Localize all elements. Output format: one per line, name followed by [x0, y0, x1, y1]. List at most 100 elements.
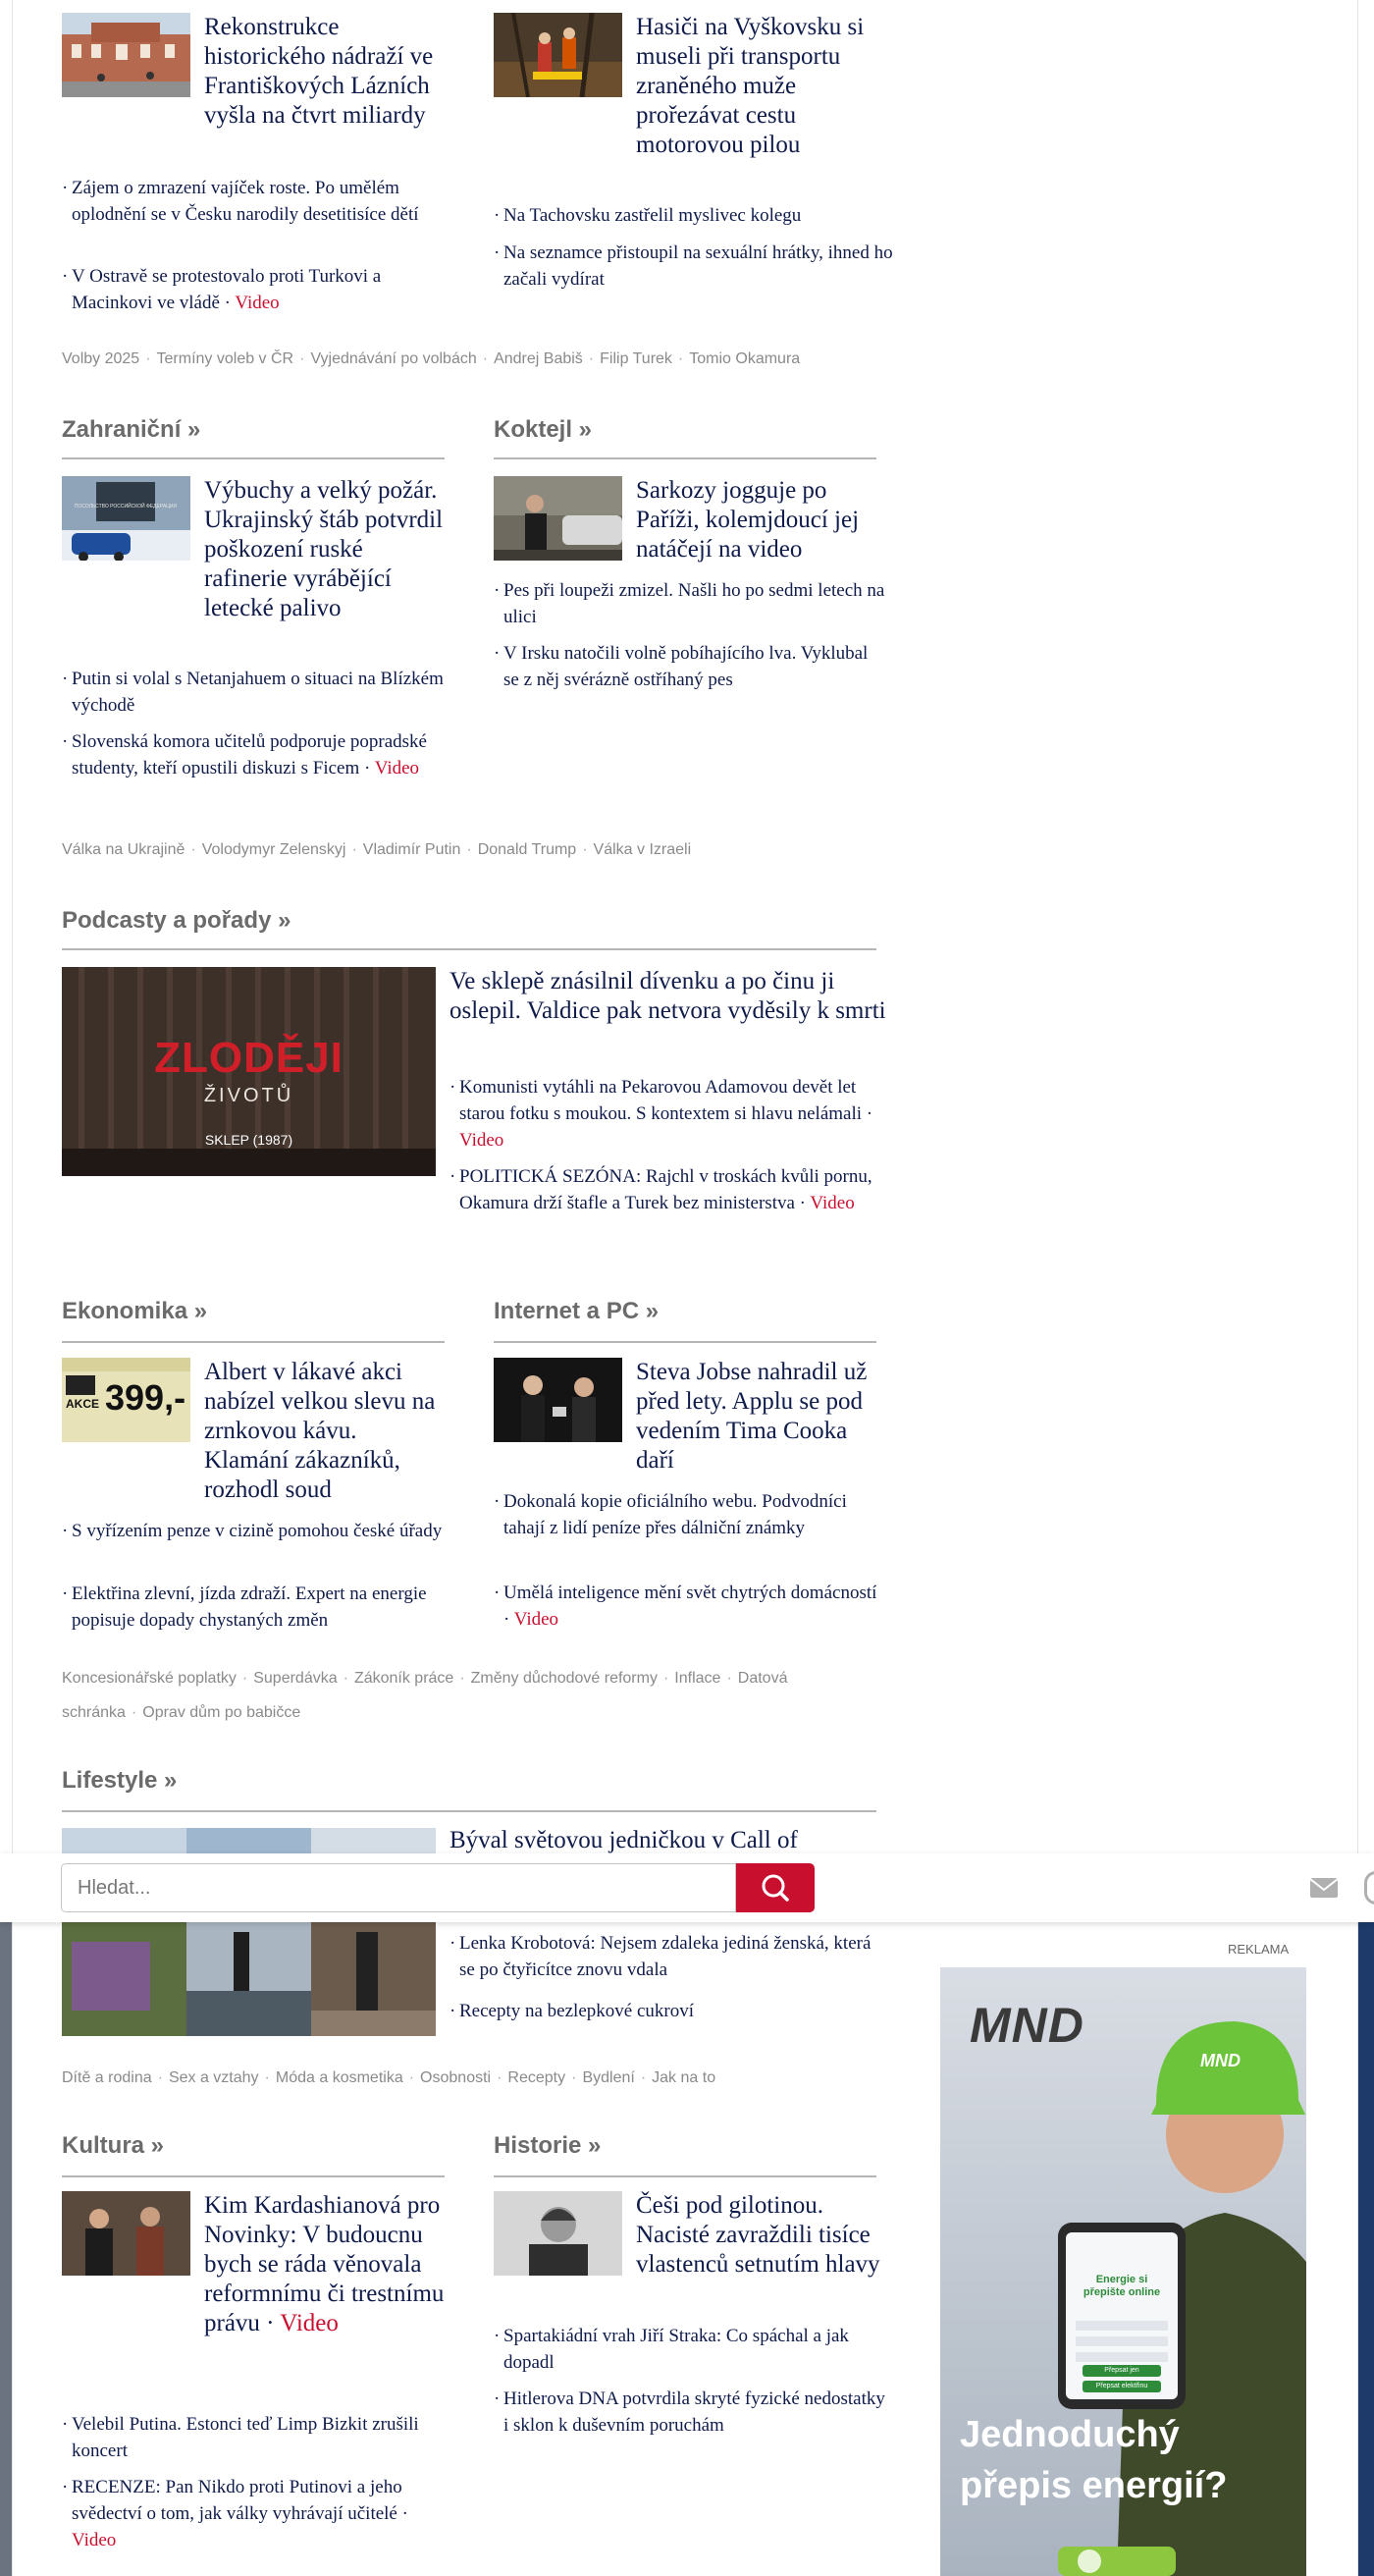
- article-headline[interactable]: Ve sklepě znásilnil dívenku a po činu ji…: [449, 967, 886, 1026]
- page: Rekonstrukce historického nádraží ve Fra…: [12, 0, 1358, 2576]
- article-link[interactable]: Pes při loupeži zmizel. Našli ho po sedm…: [494, 577, 886, 630]
- article-thumbnail-firefighters[interactable]: [494, 13, 622, 97]
- ad-headline: Jednoduchý přepis energií?: [960, 2414, 1228, 2506]
- topic-tag[interactable]: Andrej Babiš: [494, 350, 583, 367]
- article-thumbnail-jobs-cook[interactable]: [494, 1358, 622, 1442]
- video-badge[interactable]: Video: [514, 1609, 558, 1630]
- podcast-thumbnail[interactable]: ZLODĚJI ŽIVOTŮ SKLEP (1987): [62, 967, 436, 1176]
- article-thumbnail-kardashian[interactable]: [62, 2191, 190, 2276]
- video-badge[interactable]: Video: [280, 2310, 339, 2336]
- topic-tag[interactable]: Filip Turek: [600, 350, 672, 367]
- article-headline[interactable]: Rekonstrukce historického nádraží ve Fra…: [204, 13, 449, 131]
- article-link[interactable]: Lenka Krobotová: Nejsem zdaleka jediná ž…: [449, 1930, 886, 1983]
- article-headline[interactable]: Hasiči na Vyškovsku si museli při transp…: [636, 13, 886, 160]
- ad-tablet-button-1: Přepsat jen: [1104, 2367, 1139, 2374]
- article-link[interactable]: V Ostravě se protestovalo proti Turkovi …: [62, 263, 464, 316]
- search-input[interactable]: [61, 1863, 736, 1912]
- article-link[interactable]: Na Tachovsku zastřelil myslivec kolegu: [494, 202, 896, 229]
- podcast-episode-caption: SKLEP (1987): [204, 1132, 293, 1148]
- article-thumbnail-station[interactable]: [62, 13, 190, 97]
- section-title-lifestyle[interactable]: Lifestyle »: [62, 1767, 177, 1795]
- article-headline[interactable]: Výbuchy a velký požár. Ukrajinský štáb p…: [204, 476, 445, 623]
- video-badge[interactable]: Video: [375, 758, 419, 778]
- article-link[interactable]: Umělá inteligence mění svět chytrých dom…: [494, 1580, 886, 1633]
- article-link[interactable]: V Irsku natočili volně pobíhajícího lva.…: [494, 640, 886, 693]
- article-headline[interactable]: Steva Jobse nahradil už před lety. Applu…: [636, 1358, 886, 1476]
- article-link[interactable]: RECENZE: Pan Nikdo proti Putinovi a jeho…: [62, 2474, 454, 2553]
- article-link[interactable]: Recepty na bezlepkové cukroví: [449, 1998, 886, 2024]
- section-divider: [494, 2175, 876, 2177]
- section-title-ekonomika[interactable]: Ekonomika »: [62, 1298, 207, 1325]
- article-thumbnail-embassy[interactable]: ПОСОЛЬСТВО РОССИЙСКОЙ ФЕДЕРАЦИИ: [62, 476, 190, 561]
- section-divider: [62, 948, 876, 950]
- sticky-search-bar: [0, 1853, 1374, 1922]
- article-thumbnail-price-tag[interactable]: AKCE 399,-: [62, 1358, 190, 1442]
- article-link[interactable]: Komunisti vytáhli na Pekarovou Adamovou …: [449, 1074, 886, 1154]
- topic-tag[interactable]: Jak na to: [652, 2069, 715, 2086]
- topic-tag[interactable]: Móda a kosmetika: [276, 2069, 403, 2086]
- article-link[interactable]: S vyřízením penze v cizině pomohou české…: [62, 1518, 454, 1544]
- topic-tag[interactable]: Dítě a rodina: [62, 2069, 152, 2086]
- article-link[interactable]: Dokonalá kopie oficiálního webu. Podvodn…: [494, 1488, 886, 1541]
- ad-tablet-button-2: Přepsat elektřinu: [1095, 2383, 1148, 2389]
- topic-tag[interactable]: Volby 2025: [62, 350, 139, 367]
- topic-tag[interactable]: Koncesionářské poplatky: [62, 1670, 237, 1687]
- lifestyle-thumbnail-top[interactable]: [62, 1828, 436, 1853]
- video-badge[interactable]: Video: [459, 1130, 503, 1151]
- article-link[interactable]: Putin si volal s Netanjahuem o situaci n…: [62, 666, 454, 719]
- topic-tag[interactable]: Oprav dům po babičce: [142, 1704, 300, 1721]
- article-headline[interactable]: Býval světovou jedničkou v Call of: [449, 1826, 886, 1853]
- search-button[interactable]: [736, 1863, 815, 1912]
- advertisement[interactable]: MND MND Energie si přepište online Přeps…: [940, 1967, 1306, 2576]
- avatar[interactable]: [1364, 1871, 1374, 1905]
- section-divider: [62, 1810, 876, 1812]
- topic-tag[interactable]: Inflace: [674, 1670, 720, 1687]
- topic-tag[interactable]: Bydlení: [582, 2069, 634, 2086]
- video-badge[interactable]: Video: [72, 2530, 116, 2550]
- article-link[interactable]: Spartakiádní vrah Jiří Straka: Co spácha…: [494, 2323, 886, 2376]
- topic-tag[interactable]: Volodymyr Zelenskyj: [202, 841, 346, 858]
- article-link[interactable]: Zájem o zmrazení vajíček roste. Po umělé…: [62, 175, 464, 228]
- article-link[interactable]: Na seznamce přistoupil na sexuální hrátk…: [494, 240, 896, 293]
- ad-tablet-title: Energie si přepište online: [1083, 2274, 1161, 2298]
- section-divider: [494, 1341, 876, 1343]
- topic-tag[interactable]: Recepty: [507, 2069, 565, 2086]
- topic-tag[interactable]: Vyjednávání po volbách: [310, 350, 476, 367]
- price-tag-price: 399,-: [105, 1377, 186, 1418]
- video-badge[interactable]: Video: [235, 293, 279, 313]
- article-link[interactable]: Hitlerova DNA potvrdila skryté fyzické n…: [494, 2386, 886, 2439]
- section-title-zahranicni[interactable]: Zahraniční »: [62, 416, 200, 444]
- article-link[interactable]: Velebil Putina. Estonci teď Limp Bizkit …: [62, 2411, 454, 2464]
- topic-tags: Dítě a rodina · Sex a vztahy · Móda a kosmet…: [62, 2069, 716, 2086]
- mail-icon[interactable]: [1309, 1875, 1339, 1901]
- article-link[interactable]: Elektřina zlevní, jízda zdraží. Expert n…: [62, 1581, 454, 1634]
- topic-tag[interactable]: Vladimír Putin: [363, 841, 461, 858]
- article-link[interactable]: Slovenská komora učitelů podporuje popra…: [62, 728, 454, 781]
- topic-tag[interactable]: Válka v Izraeli: [594, 841, 692, 858]
- article-thumbnail-sarkozy[interactable]: [494, 476, 622, 561]
- article-thumbnail-portrait[interactable]: [494, 2191, 622, 2276]
- topic-tag[interactable]: Donald Trump: [478, 841, 577, 858]
- article-headline[interactable]: Kim Kardashianová pro Novinky: V budoucn…: [204, 2191, 445, 2338]
- section-title-koktejl[interactable]: Koktejl »: [494, 416, 592, 444]
- article-headline[interactable]: Albert v lákavé akci nabízel velkou slev…: [204, 1358, 445, 1505]
- topic-tag[interactable]: Sex a vztahy: [169, 2069, 259, 2086]
- section-title-podcasty[interactable]: Podcasty a pořady »: [62, 907, 291, 935]
- article-headline[interactable]: Češi pod gilotinou. Nacisté zavraždili t…: [636, 2191, 886, 2280]
- topic-tag[interactable]: Tomio Okamura: [689, 350, 800, 367]
- topic-tag[interactable]: Superdávka: [253, 1670, 337, 1687]
- article-link[interactable]: POLITICKÁ SEZÓNA: Rajchl v troskách kvůl…: [449, 1163, 886, 1216]
- topic-tag[interactable]: Termíny voleb v ČR: [157, 350, 294, 367]
- topic-tag[interactable]: Osobnosti: [420, 2069, 491, 2086]
- video-badge[interactable]: Video: [810, 1193, 854, 1213]
- topic-tag[interactable]: Změny důchodové reformy: [471, 1670, 658, 1687]
- lifestyle-thumbnail-bottom[interactable]: [62, 1922, 436, 2036]
- section-title-historie[interactable]: Historie »: [494, 2132, 601, 2160]
- topic-tag[interactable]: Válka na Ukrajině: [62, 841, 185, 858]
- topic-tag[interactable]: Zákoník práce: [354, 1670, 453, 1687]
- section-divider: [62, 2175, 445, 2177]
- section-title-kultura[interactable]: Kultura »: [62, 2132, 164, 2160]
- article-headline[interactable]: Sarkozy jogguje po Paříži, kolemjdoucí j…: [636, 476, 886, 564]
- section-title-internet[interactable]: Internet a PC »: [494, 1298, 659, 1325]
- section-divider: [62, 1341, 445, 1343]
